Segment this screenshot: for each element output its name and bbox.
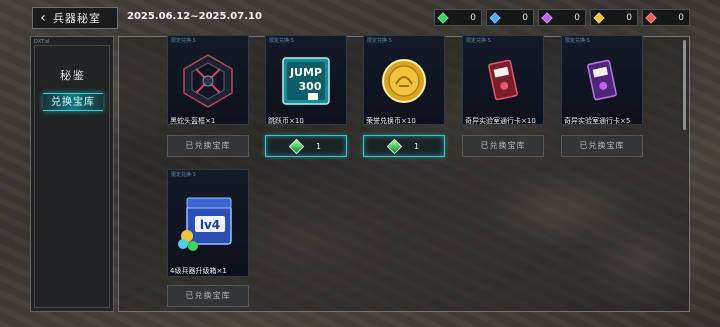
resource-value: 0: [522, 12, 528, 23]
item-name: 4级兵器升级箱×1: [170, 267, 227, 275]
item-thumbnail[interactable]: 限定兑换·S 奇异实验室通行卡×10: [462, 35, 544, 125]
lv4-crate-icon: lv4: [178, 197, 232, 251]
item-thumbnail[interactable]: 限定兑换·S 奇异实验室通行卡×5: [561, 35, 643, 125]
resource-purple: 0: [538, 9, 586, 26]
redeemed-button[interactable]: 已兑换宝库: [561, 135, 643, 157]
scrollbar[interactable]: [683, 40, 686, 130]
resource-value: 0: [470, 12, 476, 23]
item-thumbnail[interactable]: 限定兑换·S lv4 4级兵器升级箱×1: [167, 169, 249, 277]
green-gem-icon: [386, 138, 403, 154]
item-name: 奇异实验室通行卡×5: [564, 117, 631, 125]
sidebar-item-exchange[interactable]: 兑换宝库: [43, 93, 103, 111]
exchange-price: 1: [413, 141, 420, 151]
redeemed-button[interactable]: 已兑换宝库: [462, 135, 544, 157]
sidebar-frame: [34, 45, 110, 308]
chevron-left-icon: ‹: [40, 10, 46, 26]
redeemed-button[interactable]: 已兑换宝库: [167, 285, 249, 307]
resource-value: 0: [574, 12, 580, 23]
item-name: 黑蛇头盔框×1: [170, 117, 216, 125]
item-name: 荣誉兑换币×10: [366, 117, 416, 125]
gold-coin-icon: [382, 59, 426, 103]
yellow-gem-icon: [593, 11, 605, 24]
dark-armor-frame-icon: [183, 54, 233, 108]
page-title: 兵器秘室: [53, 12, 101, 25]
item-thumbnail[interactable]: 限定兑换·S 荣誉兑换币×10: [363, 35, 445, 125]
resource-green: 0: [434, 9, 482, 26]
resource-yellow: 0: [590, 9, 638, 26]
purple-gem-icon: [541, 11, 553, 24]
top-bar: ‹ 兵器秘室 2025.06.12~2025.07.10 0 0 0 0 0: [0, 0, 720, 34]
sidebar: DXT.sl 秘鉴 兑换宝库: [30, 36, 114, 312]
red-gem-icon: [645, 11, 657, 24]
resource-red: 0: [642, 9, 690, 26]
crate-level-label: lv4: [200, 218, 220, 232]
event-date-range: 2025.06.12~2025.07.10: [127, 11, 262, 22]
jump-label: JUMP: [289, 66, 322, 79]
green-gem-icon: [288, 138, 305, 154]
resource-bar: 0 0 0 0 0: [434, 9, 690, 26]
resource-value: 0: [626, 12, 632, 23]
jump-300-token-icon: JUMP 300: [282, 57, 330, 105]
purple-keycard-icon: [587, 59, 617, 101]
jump-number: 300: [299, 80, 322, 93]
item-name: 跳跃币×10: [268, 117, 304, 125]
blue-gem-icon: [489, 11, 501, 24]
exchange-button[interactable]: 1: [363, 135, 445, 157]
exchange-button[interactable]: 1: [265, 135, 347, 157]
resource-blue: 0: [486, 9, 534, 26]
exchange-price: 1: [315, 141, 322, 151]
resource-value: 0: [678, 12, 684, 23]
redeemed-button[interactable]: 已兑换宝库: [167, 135, 249, 157]
item-thumbnail[interactable]: 限定兑换·S JUMP 300 跳跃币×10: [265, 35, 347, 125]
item-name: 奇异实验室通行卡×10: [465, 117, 536, 125]
back-button[interactable]: ‹ 兵器秘室: [32, 7, 118, 29]
red-keycard-icon: [488, 59, 518, 101]
green-gem-icon: [437, 11, 449, 24]
item-thumbnail[interactable]: 限定兑换·S 黑蛇头盔框×1: [167, 35, 249, 125]
exchange-grid: 限定兑换·S 黑蛇头盔框×1 已兑换宝库 限定兑换·S JUMP 300 跳跃币…: [118, 35, 690, 312]
sidebar-item-secret[interactable]: 秘鉴: [45, 67, 101, 83]
